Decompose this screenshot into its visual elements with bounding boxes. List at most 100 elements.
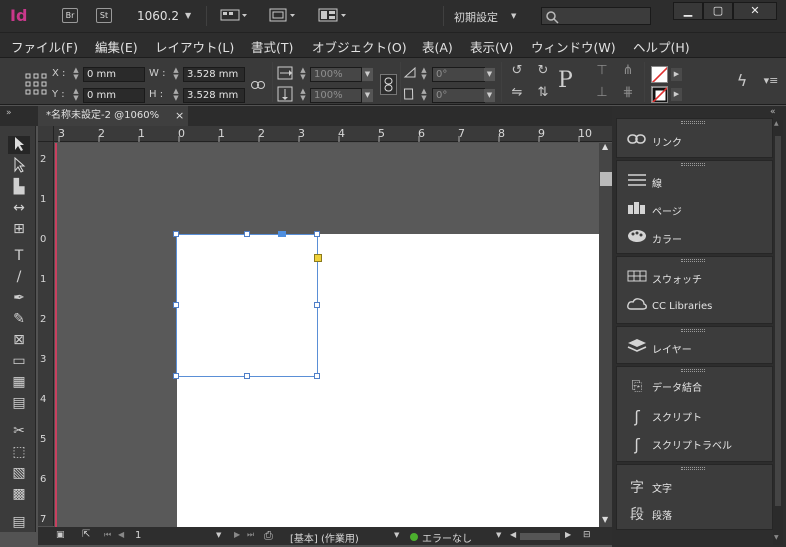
distribute-icon[interactable]: ⋔ [618,62,638,80]
panel-grip[interactable] [681,259,705,262]
panel-stroke[interactable]: 線 [626,173,662,193]
page-tool-icon[interactable]: ▙ [8,178,30,196]
view-options-icon[interactable] [220,8,247,24]
table-tool-icon[interactable]: ▦ [8,373,30,391]
scale-x-stepper[interactable]: ▲ ▼ [298,67,308,82]
panel-data-merge[interactable]: ⎘ データ結合 [626,379,702,399]
panel-paragraph[interactable]: 段段落 [626,504,672,524]
stock-button[interactable]: St [96,8,112,23]
scale-y-dropdown[interactable]: ▼ [362,89,373,102]
shear-stepper[interactable]: ▲ ▼ [419,88,429,103]
content-collector-icon[interactable]: ⊞ [8,220,30,238]
scale-y-field[interactable]: 100% [310,88,362,103]
menu-table[interactable]: 表(A) [422,37,453,56]
pasteboard[interactable] [55,143,599,527]
panel-links[interactable]: リンク [626,132,682,152]
gradient-feather-tool-icon[interactable]: ▩ [8,485,30,503]
scale-y-stepper[interactable]: ▲ ▼ [298,88,308,103]
stroke-dropdown-icon[interactable]: ▶ [671,88,682,101]
menu-help[interactable]: ヘルプ(H) [633,37,690,56]
flip-vertical-icon[interactable]: ⇅ [534,84,552,102]
page-number-field[interactable]: 1 [135,530,141,541]
open-export-icon[interactable]: ⇱ [82,529,90,540]
panel-scripts[interactable]: ʃ スクリプト [626,407,702,427]
constrain-scale-button[interactable] [380,74,397,95]
scissors-tool-icon[interactable]: ✂ [8,422,30,440]
scale-x-field[interactable]: 100% [310,67,362,82]
grid-tool-icon[interactable]: ▤ [8,394,30,412]
rotate-field[interactable]: 0° [432,67,485,82]
rotate-stepper[interactable]: ▲ ▼ [419,67,429,82]
split-window-icon[interactable]: ⊟ [583,530,591,540]
panel-cc-libraries[interactable]: CC Libraries [626,297,712,317]
shear-field[interactable]: 0° [432,88,485,103]
menu-window[interactable]: ウィンドウ(W) [531,37,616,56]
zoom-level[interactable]: 1060.2 [137,9,179,23]
note-tool-icon[interactable]: ▤ [8,513,30,531]
scroll-down-icon[interactable]: ▼ [602,515,608,524]
direct-selection-tool-icon[interactable] [8,156,30,175]
frame-handle-right[interactable] [314,302,320,308]
frame-handle-left[interactable] [173,302,179,308]
x-field[interactable]: 0 mm [83,67,145,82]
selected-frame[interactable] [176,234,318,377]
master-dropdown-icon[interactable]: ▼ [394,531,399,539]
y-field[interactable]: 0 mm [83,88,145,103]
prev-page-icon[interactable]: ◀ [118,530,124,539]
y-stepper[interactable]: ▲ ▼ [71,88,81,103]
panel-dock-scroll[interactable]: ▲ ▼ [773,120,783,545]
gap-tool-icon[interactable]: ↔ [8,199,30,217]
document-tab[interactable]: *名称未設定-2 @1060% × [38,106,188,126]
w-field[interactable]: 3.528 mm [183,67,245,82]
quick-apply-icon[interactable]: ϟ [733,72,751,90]
flip-horizontal-icon[interactable]: ⇋ [508,84,526,102]
workspace-dropdown-icon[interactable]: ▼ [511,12,516,20]
live-corner-handle[interactable] [314,254,322,262]
rectangle-tool-icon[interactable]: ▭ [8,352,30,370]
vertical-scrollbar[interactable]: ▲ ▼ [599,142,613,527]
ruler-origin[interactable] [38,126,54,142]
select-container-icon[interactable]: ⋕ [618,84,638,102]
panel-grip[interactable] [681,329,705,332]
scale-x-dropdown[interactable]: ▼ [362,68,373,81]
first-page-icon[interactable]: ⏮ [104,530,111,540]
scroll-up-icon[interactable]: ▲ [602,142,608,151]
panel-color[interactable]: カラー [626,229,682,249]
panel-swatches[interactable]: スウォッチ [626,269,702,289]
selection-tool-icon[interactable] [8,136,30,154]
h-field[interactable]: 3.528 mm [183,88,245,103]
maximize-button[interactable]: ▢ [703,2,733,20]
align-top-icon[interactable]: ⊤ [592,62,612,80]
type-tool-icon[interactable]: T [8,247,30,265]
align-bottom-icon[interactable]: ⊥ [592,84,612,102]
master-label[interactable]: [基本] (作業用) [290,530,359,545]
frame-handle-top-left[interactable] [173,231,179,237]
panel-grip[interactable] [681,163,705,166]
x-stepper[interactable]: ▲ ▼ [71,67,81,82]
panel-script-label[interactable]: ʃ スクリプトラベル [626,435,732,455]
rotate-cw-icon[interactable]: ↻ [534,62,552,80]
status-icon[interactable]: ▣ [56,530,65,540]
next-page-icon[interactable]: ▶ [234,530,240,539]
panel-grip[interactable] [681,369,705,372]
panel-character[interactable]: 字文字 [626,477,672,497]
panel-grip[interactable] [681,467,705,470]
frame-handle-bottom[interactable] [244,373,250,379]
close-button[interactable]: ✕ [733,2,777,20]
page-dropdown-icon[interactable]: ▼ [216,531,221,539]
frame-handle-bottom-right[interactable] [314,373,320,379]
frame-handle-bottom-left[interactable] [173,373,179,379]
scroll-right-icon[interactable]: ▶ [565,530,571,539]
fill-dropdown-icon[interactable]: ▶ [671,68,682,81]
pencil-tool-icon[interactable]: ✎ [8,310,30,328]
minimize-button[interactable]: ▁ [673,2,703,20]
menu-layout[interactable]: レイアウト(L) [155,37,234,56]
h-stepper[interactable]: ▲ ▼ [171,88,181,103]
frame-handle-top[interactable] [244,231,250,237]
panel-pages[interactable]: ページ [626,201,682,221]
reference-point-icon[interactable] [25,73,47,95]
constrain-proportions-icon[interactable] [249,76,267,100]
search-field[interactable] [541,7,651,25]
workspace-switcher[interactable]: 初期設定 [454,9,498,25]
menu-object[interactable]: オブジェクト(O) [312,37,407,56]
